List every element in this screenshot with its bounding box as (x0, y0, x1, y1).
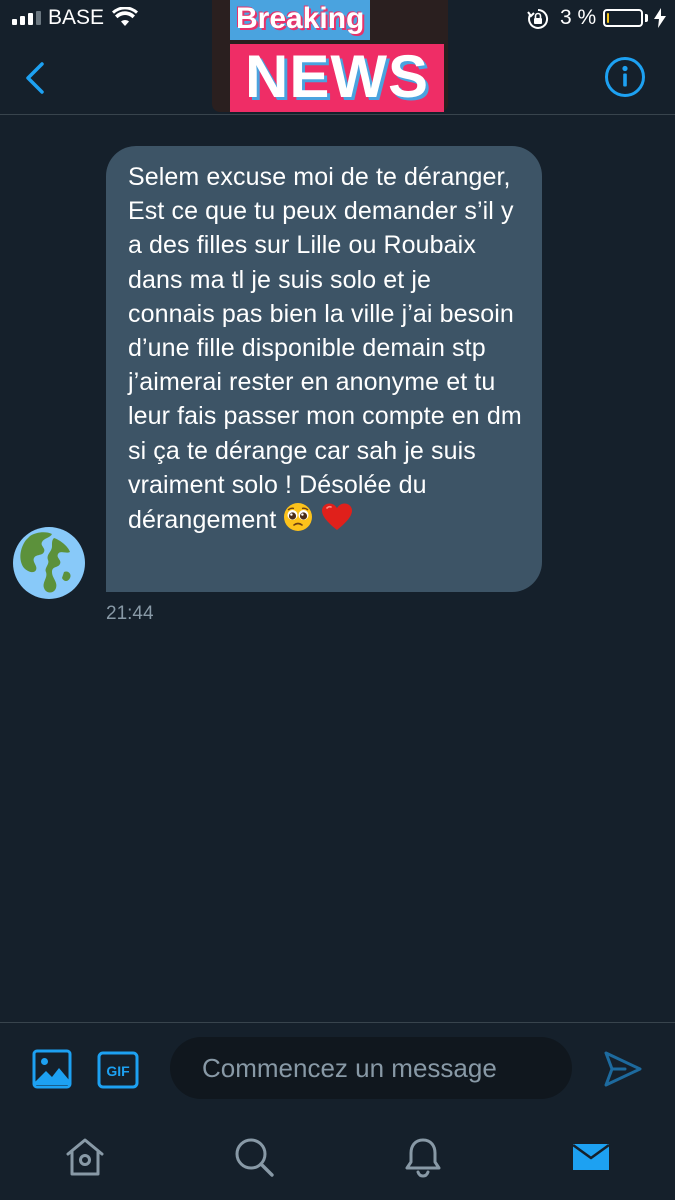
home-icon[interactable] (64, 1136, 106, 1178)
message-bubble[interactable]: Selem excuse moi de te déranger, Est ce … (106, 146, 542, 592)
charging-bolt-icon (654, 8, 666, 28)
gif-icon[interactable]: GIF (97, 1051, 139, 1089)
message-text: Selem excuse moi de te déranger, Est ce … (128, 163, 522, 535)
battery-icon (603, 9, 643, 27)
pleading-face-icon (284, 503, 313, 532)
bottom-tab-bar (0, 1116, 675, 1200)
search-icon[interactable] (233, 1136, 275, 1178)
globe-americas-icon[interactable] (12, 526, 86, 600)
battery-level (607, 13, 609, 23)
info-circle-icon[interactable] (603, 55, 647, 99)
send-icon[interactable] (603, 1049, 643, 1089)
sticker-breaking-label: Breaking (230, 0, 371, 40)
carrier-name: BASE (48, 6, 105, 29)
signal-bars-icon (12, 11, 41, 25)
sticker-news-label: NEWS (230, 44, 444, 112)
message-input[interactable] (170, 1037, 572, 1099)
message-composer: GIF (0, 1022, 675, 1117)
wifi-icon (112, 7, 138, 26)
message-timestamp: 21:44 (106, 603, 154, 624)
orientation-lock-icon (527, 8, 549, 29)
back-chevron-icon[interactable] (20, 58, 52, 98)
envelope-icon[interactable] (570, 1136, 612, 1178)
bell-icon[interactable] (402, 1136, 444, 1178)
gif-label: GIF (106, 1063, 130, 1079)
red-heart-icon (321, 503, 352, 531)
image-icon[interactable] (32, 1049, 72, 1089)
battery-percentage: 3 % (560, 6, 597, 29)
battery-cap (645, 14, 648, 22)
